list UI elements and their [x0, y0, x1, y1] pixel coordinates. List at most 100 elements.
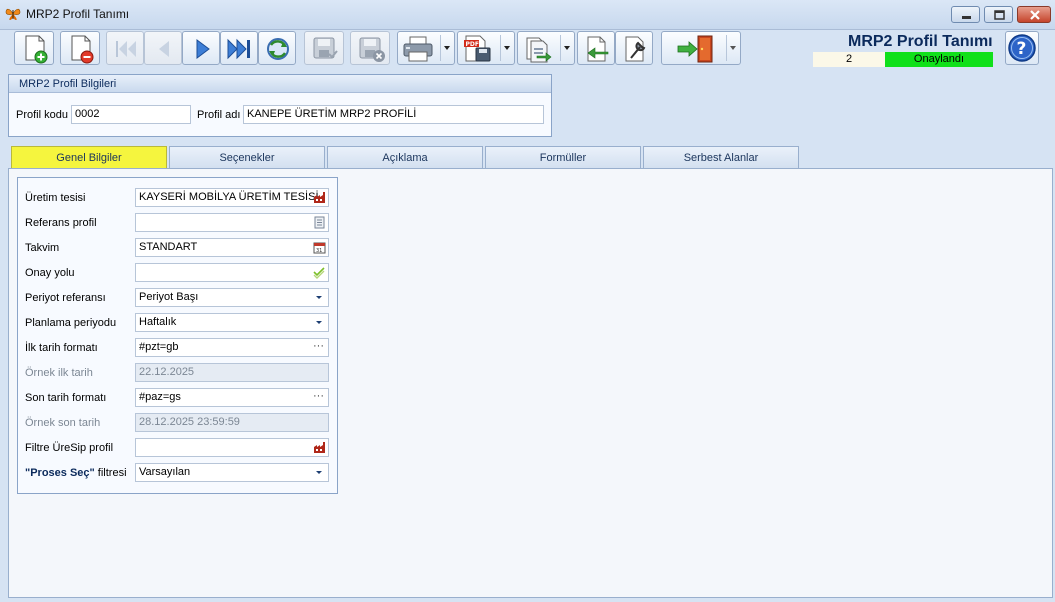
window-title: MRP2 Profil Tanımı — [26, 7, 130, 21]
planlama-periyodu-select[interactable]: Haftalık — [135, 313, 329, 332]
refresh-icon — [267, 38, 289, 60]
son-tarih-formati-label: Son tarih formatı — [25, 392, 107, 404]
previous-record-icon — [159, 41, 169, 57]
save-button[interactable] — [304, 31, 344, 65]
previous-record-button[interactable] — [144, 31, 182, 65]
proses-sec-filtresi-value: Varsayılan — [139, 466, 191, 478]
ellipsis-icon[interactable]: ··· — [313, 389, 324, 405]
factory-icon[interactable] — [313, 191, 326, 204]
calendar-icon[interactable]: 31 — [313, 241, 326, 254]
close-button[interactable] — [1017, 6, 1051, 23]
profile-name-input[interactable]: KANEPE ÜRETİM MRP2 PROFİLİ — [243, 105, 544, 124]
exit-icon — [677, 35, 713, 63]
settings-button[interactable] — [615, 31, 653, 65]
settings-icon — [625, 36, 646, 62]
export-button[interactable] — [517, 31, 575, 65]
planlama-periyodu-label: Planlama periyodu — [25, 317, 117, 329]
chevron-down-icon[interactable] — [316, 296, 322, 299]
profile-info-group-title: MRP2 Profil Bilgileri — [19, 78, 117, 90]
list-icon[interactable] — [313, 216, 326, 229]
filtre-uresip-profil-input[interactable] — [135, 438, 329, 457]
takvim-label: Takvim — [25, 242, 60, 254]
onay-yolu-label: Onay yolu — [25, 267, 75, 279]
periyot-referansi-select[interactable]: Periyot Başı — [135, 288, 329, 307]
first-record-icon — [116, 41, 136, 57]
referans-profil-input[interactable] — [135, 213, 329, 232]
factory-icon[interactable] — [313, 441, 326, 454]
son-tarih-formati-input[interactable]: #paz=gs ··· — [135, 388, 329, 407]
chevron-down-icon[interactable] — [444, 46, 450, 50]
delete-document-icon — [71, 35, 94, 64]
delete-button[interactable] — [60, 31, 100, 65]
exit-button[interactable] — [661, 31, 741, 65]
tab-genel-bilgiler[interactable]: Genel Bilgiler — [11, 146, 167, 169]
proses-sec-filtresi-label: "Proses Seç" filtresi — [25, 467, 127, 479]
help-icon: ? — [1008, 34, 1036, 62]
tab-aciklama[interactable]: Açıklama — [327, 146, 483, 168]
svg-text:31: 31 — [316, 248, 322, 254]
butterfly-icon — [5, 8, 21, 20]
close-icon — [1030, 10, 1040, 20]
exit-dropdown-separator — [726, 35, 727, 61]
chevron-down-icon[interactable] — [730, 46, 736, 50]
onay-yolu-input[interactable] — [135, 263, 329, 282]
ornek-ilk-tarih-field: 22.12.2025 — [135, 363, 329, 382]
takvim-input[interactable]: STANDART 31 — [135, 238, 329, 257]
tab-secenekler[interactable]: Seçenekler — [169, 146, 325, 168]
periyot-referansi-value: Periyot Başı — [139, 291, 199, 303]
ellipsis-icon[interactable]: ··· — [313, 339, 324, 355]
ilk-tarih-formati-input[interactable]: #pzt=gb ··· — [135, 338, 329, 357]
pdf-button[interactable]: PDF — [457, 31, 515, 65]
chevron-down-icon[interactable] — [504, 46, 510, 50]
takvim-value: STANDART — [139, 241, 198, 253]
refresh-button[interactable] — [258, 31, 296, 65]
referans-profil-label: Referans profil — [25, 217, 97, 229]
filtre-uresip-profil-label: Filtre ÜreSip profil — [25, 442, 114, 454]
pdf-dropdown-separator — [500, 35, 501, 61]
uretim-tesisi-label: Üretim tesisi — [25, 192, 86, 204]
tab-serbest-alanlar[interactable]: Serbest Alanlar — [643, 146, 799, 168]
print-button[interactable] — [397, 31, 455, 65]
last-record-icon — [227, 38, 250, 60]
ornek-son-tarih-field: 28.12.2025 23:59:59 — [135, 413, 329, 432]
ilk-tarih-formati-value: #pzt=gb — [139, 341, 179, 353]
profile-code-label: Profil kodu — [16, 109, 68, 121]
uretim-tesisi-input[interactable]: KAYSERİ MOBİLYA ÜRETİM TESİSİ — [135, 188, 329, 207]
import-button[interactable] — [577, 31, 615, 65]
proses-sec-label-rest: filtresi — [94, 467, 127, 479]
status-badge: Onaylandı — [885, 52, 993, 67]
minimize-icon — [962, 16, 971, 19]
periyot-referansi-label: Periyot referansı — [25, 292, 106, 304]
profile-name-label: Profil adı — [197, 109, 241, 121]
restore-icon — [994, 10, 1005, 20]
print-dropdown-separator — [440, 35, 441, 61]
import-icon — [587, 36, 609, 62]
tab-formuller[interactable]: Formüller — [485, 146, 641, 168]
proses-sec-label-bold: "Proses Seç" — [25, 467, 95, 479]
chevron-down-icon[interactable] — [564, 46, 570, 50]
profile-code-input[interactable]: 0002 — [71, 105, 191, 124]
chevron-down-icon[interactable] — [316, 321, 322, 324]
pdf-export-icon: PDF — [464, 35, 491, 62]
save-close-button[interactable] — [350, 31, 390, 65]
title-bar — [0, 0, 1055, 30]
save-close-icon — [359, 37, 385, 62]
help-button[interactable]: ? — [1005, 31, 1039, 65]
export-icon — [526, 37, 552, 63]
proses-sec-filtresi-select[interactable]: Varsayılan — [135, 463, 329, 482]
first-record-button[interactable] — [106, 31, 144, 65]
checkmark-icon[interactable] — [313, 266, 326, 279]
maximize-button[interactable] — [984, 6, 1013, 23]
last-record-button[interactable] — [220, 31, 258, 65]
next-record-button[interactable] — [182, 31, 220, 65]
son-tarih-formati-value: #paz=gs — [139, 391, 181, 403]
planlama-periyodu-value: Haftalık — [139, 316, 177, 328]
svg-text:?: ? — [1017, 39, 1027, 59]
new-button[interactable] — [14, 31, 54, 65]
minimize-button[interactable] — [951, 6, 980, 23]
ornek-ilk-tarih-label: Örnek ilk tarih — [25, 367, 93, 379]
page-title: MRP2 Profil Tanımı — [848, 33, 993, 50]
record-number: 2 — [813, 52, 885, 67]
save-icon — [313, 37, 338, 59]
chevron-down-icon[interactable] — [316, 471, 322, 474]
